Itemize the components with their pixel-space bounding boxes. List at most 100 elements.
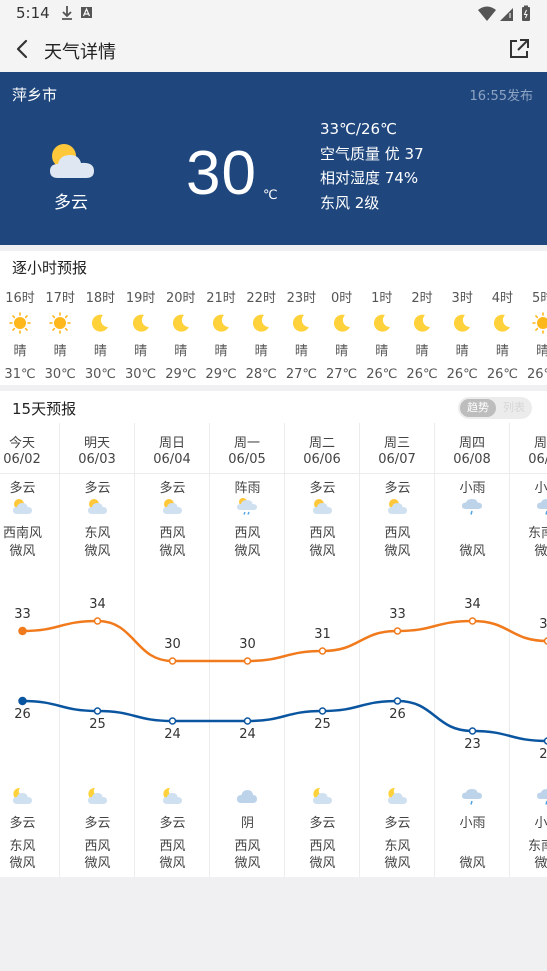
moon-icon	[172, 314, 189, 332]
hour-temperature: 27℃	[326, 367, 358, 382]
wifi-signal-battery-icon	[478, 5, 530, 21]
low-temp-label: 25	[314, 717, 331, 732]
hourly-item: 17时晴 30℃	[40, 287, 80, 382]
low-temp-label: 26	[389, 707, 406, 722]
hour-condition: 晴	[134, 344, 148, 359]
high-temp-point	[93, 617, 102, 625]
high-temp-label: 34	[89, 597, 106, 612]
hour-temperature: 26℃	[366, 367, 398, 382]
high-temp-label: 32	[539, 617, 547, 632]
hour-condition: 晴	[335, 344, 349, 359]
current-condition: 多云	[54, 193, 88, 213]
low-temp-point	[468, 727, 477, 735]
hour-condition: 晴	[294, 344, 308, 359]
hourly-item: 3时晴 26℃	[442, 287, 482, 382]
hourly-item: 16时晴 31℃	[0, 287, 40, 382]
hourly-item: 23时晴 27℃	[281, 287, 321, 382]
hour-label: 23时	[286, 291, 317, 306]
humidity: 相对湿度 74%	[320, 169, 419, 187]
low-temp-label: 22	[539, 747, 547, 762]
hour-icon-wrap	[49, 312, 71, 334]
sun-icon	[9, 312, 31, 334]
hourly-item: 20时晴 29℃	[161, 287, 201, 382]
high-temp-point	[393, 627, 402, 635]
hour-icon-wrap	[491, 312, 513, 334]
moon-icon	[212, 314, 229, 332]
hour-label: 18时	[85, 291, 116, 306]
moon-icon	[132, 314, 149, 332]
hour-label: 16时	[5, 291, 35, 306]
hourly-item: 18时晴 30℃	[80, 287, 120, 382]
hourly-item: 0时晴 27℃	[322, 287, 362, 382]
hour-icon-wrap	[89, 312, 111, 334]
hour-icon-wrap	[411, 312, 433, 334]
high-temp-point	[318, 647, 327, 655]
high-temp-label: 30	[239, 637, 256, 652]
hour-temperature: 26℃	[527, 367, 547, 382]
hour-condition: 晴	[536, 344, 547, 359]
low-temp-point	[93, 707, 102, 715]
moon-icon	[494, 314, 511, 332]
low-temp-label: 23	[464, 737, 481, 752]
hourly-item: 4时晴 26℃	[482, 287, 522, 382]
hour-temperature: 30℃	[125, 367, 157, 382]
daily-forecast[interactable]: 15天预报 趋势 列表 今天 06/02 多云 西南风 微风 多云 东风 微风 明天 06/03 多…	[0, 391, 547, 877]
hour-icon-wrap	[331, 312, 353, 334]
hour-label: 21时	[206, 291, 236, 306]
hour-condition: 晴	[495, 344, 509, 359]
moon-icon	[293, 314, 310, 332]
low-temp-point	[168, 717, 177, 725]
back-arrow-icon[interactable]	[10, 36, 36, 62]
moon-icon	[253, 314, 270, 332]
title-bar: 天气详情	[0, 28, 547, 72]
share-icon[interactable]	[507, 37, 531, 61]
high-temp-point	[168, 657, 177, 665]
low-temp-label: 25	[89, 717, 106, 732]
moon-icon	[92, 314, 109, 332]
hour-temperature: 26℃	[486, 367, 518, 382]
hour-icon-wrap	[451, 312, 473, 334]
moon-icon	[373, 314, 390, 332]
hour-temperature: 28℃	[245, 367, 277, 382]
hour-label: 4时	[491, 291, 514, 306]
moon-icon	[333, 314, 350, 332]
hour-label: 1时	[371, 291, 393, 306]
hour-temperature: 29℃	[205, 367, 237, 382]
hour-label: 19时	[125, 291, 156, 306]
temperature-trend-chart	[18, 617, 547, 745]
hour-icon-wrap	[9, 312, 31, 334]
high-temp-label: 30	[164, 637, 181, 652]
current-temperature: 30	[186, 139, 257, 208]
hour-label: 0时	[330, 291, 353, 306]
hourly-item: 22时晴 28℃	[241, 287, 281, 382]
moon-icon	[454, 314, 471, 332]
low-temp-point	[393, 697, 402, 705]
high-temp-line	[22, 619, 547, 663]
hour-label: 3时	[451, 291, 473, 306]
hour-condition: 晴	[93, 344, 107, 359]
hour-label: 17时	[45, 291, 75, 306]
hour-condition: 晴	[214, 344, 228, 359]
city-name: 萍乡市	[12, 86, 58, 104]
hourly-item: 2时晴 26℃	[402, 287, 442, 382]
hour-condition: 晴	[415, 344, 429, 359]
download-icon	[62, 6, 92, 20]
hour-temperature: 30℃	[84, 367, 116, 382]
status-bar: 5:14	[0, 0, 547, 28]
hour-icon-wrap	[371, 312, 393, 334]
hourly-item: 21时晴 29℃	[201, 287, 241, 382]
moon-icon	[413, 314, 430, 332]
status-time: 5:14	[16, 4, 50, 22]
wind: 东风 2级	[320, 193, 380, 212]
hourly-item: 5时晴 26℃	[523, 287, 547, 382]
hour-label: 2时	[411, 291, 433, 306]
hour-icon-wrap	[290, 312, 312, 334]
hourly-forecast[interactable]: 逐小时预报 16时晴 31℃ 17时晴 30℃ 18时晴 30℃ 19时晴 30℃ 20时晴 29…	[0, 251, 547, 385]
high-temp-point	[243, 657, 252, 665]
current-weather-card: 萍乡市 16:55发布 多云 30 ℃ 33℃/26℃ 空气质量 优 37 相对…	[0, 72, 547, 245]
hour-icon-wrap	[130, 312, 152, 334]
low-temp-point	[243, 717, 252, 725]
hour-condition: 晴	[254, 344, 268, 359]
hour-icon-wrap	[170, 312, 192, 334]
air-quality: 空气质量 优 37	[320, 144, 424, 163]
